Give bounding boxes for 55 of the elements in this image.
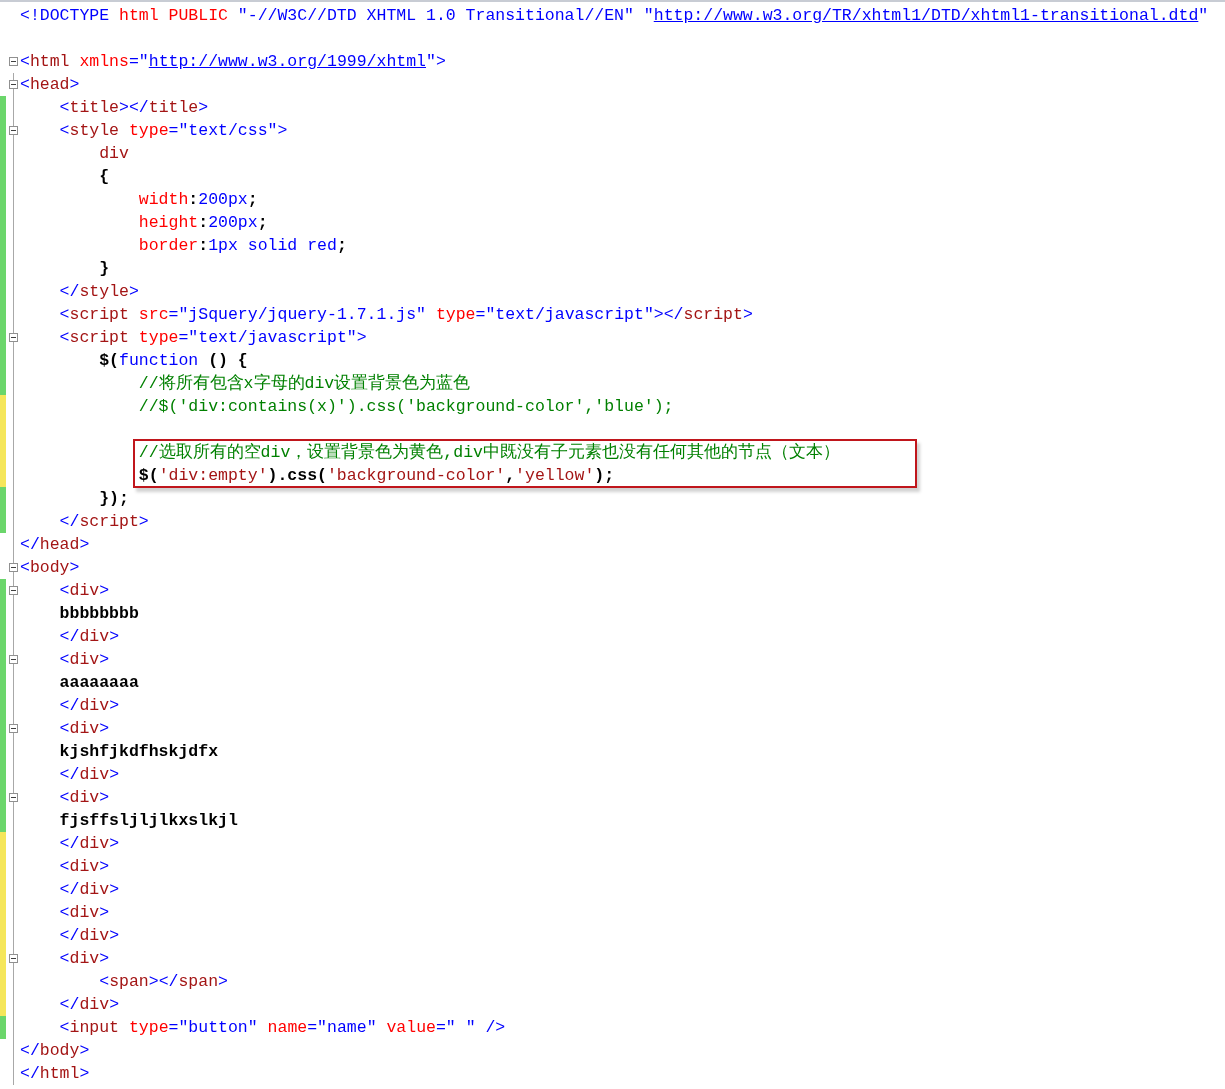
code-line: <script type="text/javascript"> xyxy=(58,327,367,349)
code-line: <div> xyxy=(58,948,110,970)
code-line: div xyxy=(98,143,129,165)
code-line: <style type="text/css"> xyxy=(58,120,288,142)
code-line: aaaaaaaa xyxy=(58,672,139,694)
code-line: <body> xyxy=(20,557,80,579)
code-line: </div> xyxy=(58,879,120,901)
code-line: <div> xyxy=(58,787,110,809)
code-line: //$('div:contains(x)').css('background-color','blue'); xyxy=(137,396,674,418)
code-line: //选取所有的空div，设置背景色为黄色,div中既没有子元素也没有任何其他的节点（文本） xyxy=(137,442,840,464)
collapse-icon[interactable] xyxy=(9,586,18,595)
code-line: { xyxy=(98,166,110,188)
code-line: <div> xyxy=(58,649,110,671)
code-line: <script src="jSquery/jquery-1.7.1.js" type="text/javascript"></script> xyxy=(58,304,753,326)
collapse-icon[interactable] xyxy=(9,954,18,963)
code-line: fjsffsljljlkxslkjl xyxy=(58,810,238,832)
collapse-icon[interactable] xyxy=(9,655,18,664)
code-line: <div> xyxy=(58,902,110,924)
code-line: </div> xyxy=(58,626,120,648)
collapse-icon[interactable] xyxy=(9,724,18,733)
collapse-icon[interactable] xyxy=(9,126,18,135)
code-line: bbbbbbbb xyxy=(58,603,139,625)
code-line: </div> xyxy=(58,833,120,855)
code-line: <!DOCTYPE html PUBLIC "-//W3C//DTD XHTML 1.0 Transitional//EN" "http://www.w3.org/TR/xhtml1/DTD/xhtml1-transitional.dtd" xyxy=(20,5,1209,27)
code-line: </div> xyxy=(58,925,120,947)
collapse-icon[interactable] xyxy=(9,57,18,66)
code-line: //将所有包含x字母的div设置背景色为蓝色 xyxy=(137,372,471,395)
collapse-icon[interactable] xyxy=(9,80,18,89)
code-line: } xyxy=(98,258,110,280)
collapse-icon[interactable] xyxy=(9,563,18,572)
code-line: </script> xyxy=(58,511,149,533)
code-line: </div> xyxy=(58,994,120,1016)
code-line: <html xmlns="http://www.w3.org/1999/xhtml"> xyxy=(20,51,446,73)
code-line: }); xyxy=(98,488,129,510)
code-line: <span></span> xyxy=(98,971,228,993)
code-line: <div> xyxy=(58,856,110,878)
code-line: width:200px; xyxy=(137,189,258,211)
code-line: kjshfjkdfhskjdfx xyxy=(58,741,219,763)
code-line: <div> xyxy=(58,580,110,602)
code-line: <title></title> xyxy=(58,97,209,119)
code-line: </body> xyxy=(20,1040,90,1062)
code-line: height:200px; xyxy=(137,212,268,234)
code-line: <div> xyxy=(58,718,110,740)
code-line: </style> xyxy=(58,281,139,303)
code-line: $('div:empty').css('background-color','yellow'); xyxy=(137,465,615,487)
code-line: <head> xyxy=(20,74,80,96)
code-line: border:1px solid red; xyxy=(137,235,347,257)
code-line: </div> xyxy=(58,764,120,786)
code-line: </html> xyxy=(20,1063,90,1085)
code-line: $(function () { xyxy=(98,350,248,372)
code-line: <input type="button" name="name" value=" " /> xyxy=(58,1017,506,1039)
code-line: </div> xyxy=(58,695,120,717)
collapse-icon[interactable] xyxy=(9,333,18,342)
code-line: </head> xyxy=(20,534,90,556)
collapse-icon[interactable] xyxy=(9,793,18,802)
